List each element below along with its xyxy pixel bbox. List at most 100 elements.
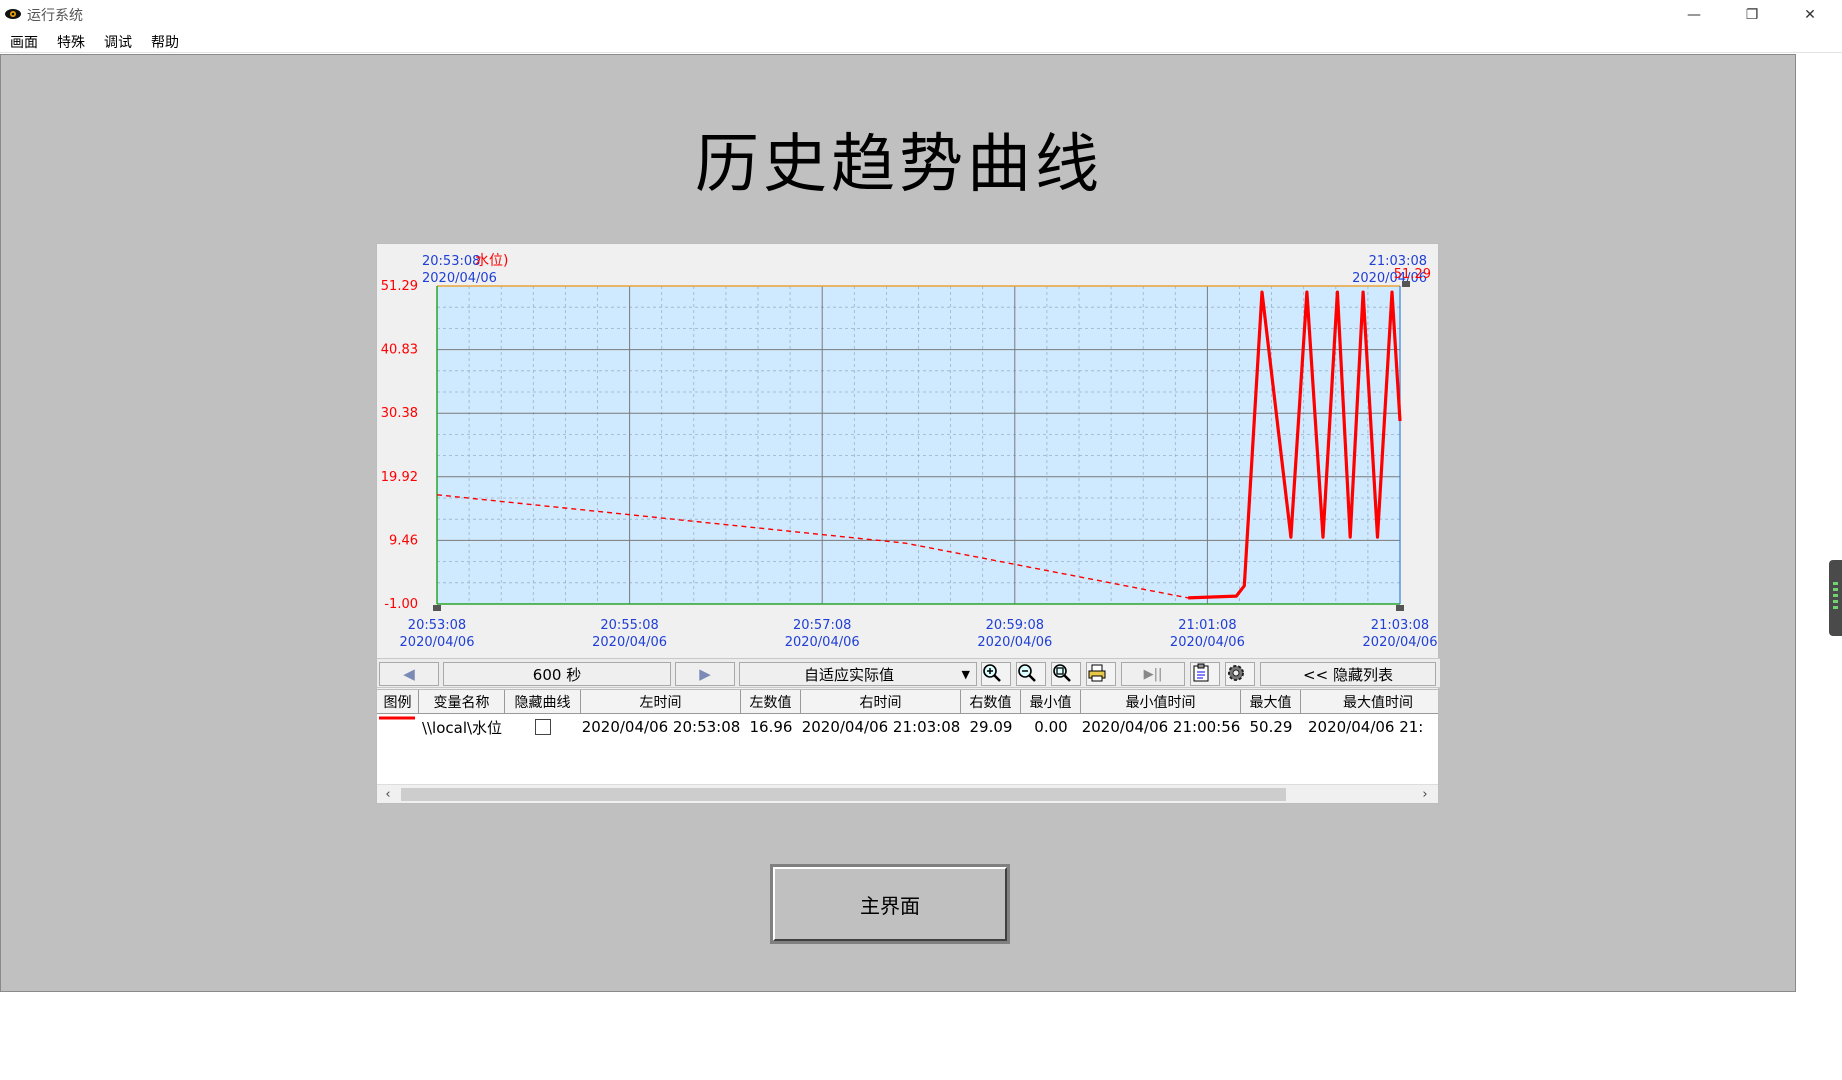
x-tick-time: 21:01:08 [1178, 618, 1236, 633]
hide-list-button[interactable]: << 隐藏列表 [1260, 662, 1436, 686]
chevron-down-icon: ▼ [961, 667, 970, 681]
table-row[interactable]: \\local\水位 2020/04/06 20:53:08 16.96 202… [377, 715, 1438, 739]
y-axis-labels: 51.29 40.83 30.38 19.92 9.46 -1.00 [381, 279, 418, 612]
left-cursor-handle[interactable] [433, 605, 441, 611]
left-value: 16.96 [749, 718, 793, 736]
column-header[interactable]: 变量名称 [419, 690, 505, 714]
main-screen-button[interactable]: 主界面 [773, 867, 1007, 941]
app-eye-icon [5, 9, 21, 19]
play-pause-button[interactable]: ▶|| [1121, 662, 1185, 686]
variable-name: \\local\水位 [421, 718, 503, 737]
zoom-fit-icon [1053, 664, 1071, 682]
zoom-in-icon [983, 664, 1001, 682]
x-tick-time: 21:03:08 [1371, 618, 1429, 633]
y-tick-label: 30.38 [381, 406, 418, 421]
x-tick-date: 2020/04/06 [400, 635, 475, 650]
arrow-right-icon: ▶ [699, 665, 711, 683]
legend-swatch [377, 715, 419, 739]
page-title: 历史趋势曲线 [695, 128, 1103, 202]
print-button[interactable] [1086, 662, 1116, 686]
side-panel-handle[interactable] [1829, 560, 1842, 636]
column-header[interactable]: 图例 [377, 690, 419, 714]
close-button[interactable]: ✕ [1781, 0, 1839, 29]
minimize-icon: — [1687, 6, 1701, 23]
scrollbar-thumb[interactable] [401, 788, 1286, 801]
column-header[interactable]: 右数值 [961, 690, 1021, 714]
next-button[interactable]: ▶ [675, 662, 735, 686]
zoom-in-button[interactable] [981, 662, 1011, 686]
min-time: 2020/04/06 21:00:56 [1081, 718, 1241, 736]
main-screen-button-frame: 主界面 [770, 864, 1010, 944]
right-value: 29.09 [969, 718, 1013, 736]
y-tick-label: 40.83 [381, 343, 418, 358]
top-left-variable: 水位) [475, 253, 508, 269]
curve-variable-table: 图例 变量名称 隐藏曲线 左时间 左数值 右时间 右数值 最小值 最小值时间 最… [377, 689, 1438, 803]
time-span-field[interactable]: 600 秒 [443, 662, 671, 686]
checkbox-icon [535, 719, 551, 735]
trend-chart[interactable]: 51.2940.8330.3819.929.46-1.00 20:53:0820… [377, 244, 1440, 658]
menu-item-help[interactable]: 帮助 [149, 32, 181, 52]
runtime-canvas: 历史趋势曲线 51.29 40.83 30.38 19.92 9.46 -1.00 20:… [0, 54, 1796, 992]
prev-button[interactable]: ◀ [379, 662, 439, 686]
scroll-left-icon[interactable]: ‹ [379, 786, 397, 803]
zoom-fit-button[interactable] [1051, 662, 1081, 686]
x-tick-date: 2020/04/06 [592, 635, 667, 650]
column-header[interactable]: 左数值 [741, 690, 801, 714]
scroll-right-icon[interactable]: › [1416, 786, 1434, 803]
restore-icon: ❐ [1745, 6, 1759, 23]
minimize-button[interactable]: — [1665, 0, 1723, 29]
x-tick-date: 2020/04/06 [1170, 635, 1245, 650]
right-time: 2020/04/06 21:03:08 [801, 718, 961, 736]
restore-button[interactable]: ❐ [1723, 0, 1781, 29]
settings-icon [1228, 665, 1244, 681]
right-cursor-handle[interactable] [1396, 605, 1404, 611]
close-icon: ✕ [1804, 6, 1816, 23]
menu-item-debug[interactable]: 调试 [102, 32, 134, 52]
top-right-handle[interactable] [1402, 281, 1410, 287]
y-tick-label: 9.46 [389, 533, 418, 548]
max-value: 50.29 [1249, 718, 1293, 736]
print-icon [1088, 664, 1106, 682]
clipboard-button[interactable] [1190, 662, 1220, 686]
column-header[interactable]: 最大值时间 [1301, 690, 1438, 714]
min-value: 0.00 [1034, 718, 1068, 736]
column-header[interactable]: 最大值 [1241, 690, 1301, 714]
column-header[interactable]: 最小值 [1021, 690, 1081, 714]
y-tick-label: -1.00 [384, 597, 418, 612]
x-tick-time: 20:57:08 [793, 618, 851, 633]
menu-item-screen[interactable]: 画面 [8, 32, 40, 52]
x-tick-date: 2020/04/06 [977, 635, 1052, 650]
zoom-out-button[interactable] [1016, 662, 1046, 686]
column-header[interactable]: 右时间 [801, 690, 961, 714]
settings-button[interactable] [1225, 662, 1255, 686]
hide-curve-checkbox[interactable] [505, 715, 581, 739]
window-title: 运行系统 [27, 8, 83, 24]
horizontal-scrollbar[interactable]: ‹ › [377, 784, 1438, 803]
x-tick-time: 20:53:08 [408, 618, 466, 633]
left-time: 2020/04/06 20:53:08 [581, 718, 741, 736]
history-trend-control: 51.29 40.83 30.38 19.92 9.46 -1.00 20:53:08 20… [376, 243, 1440, 804]
top-left-time: 20:53:08 [422, 254, 480, 269]
table-header: 图例 变量名称 隐藏曲线 左时间 左数值 右时间 右数值 最小值 最小值时间 最… [377, 690, 1438, 714]
top-right-value: 51.29 [1394, 267, 1431, 282]
trend-toolbar: ◀ 600 秒 ▶ 自适应实际值 ▼ ▶|| << 隐藏列表 [377, 658, 1440, 688]
x-tick-date: 2020/04/06 [785, 635, 860, 650]
column-header[interactable]: 隐藏曲线 [505, 690, 581, 714]
column-header[interactable]: 左时间 [581, 690, 741, 714]
y-tick-label: 51.29 [381, 279, 418, 294]
max-time: 2020/04/06 21: [1308, 718, 1424, 736]
menu-item-special[interactable]: 特殊 [55, 32, 87, 52]
scale-mode-value: 自适应实际值 [804, 665, 895, 684]
scale-mode-select[interactable]: 自适应实际值 ▼ [739, 662, 977, 686]
x-tick-time: 20:55:08 [600, 618, 658, 633]
x-tick-time: 20:59:08 [986, 618, 1044, 633]
x-axis-labels: 20:53:08 2020/04/06 20:55:08 2020/04/06 20:5… [400, 618, 1438, 650]
column-header[interactable]: 最小值时间 [1081, 690, 1241, 714]
y-tick-label: 19.92 [381, 470, 418, 485]
play-pause-icon: ▶|| [1143, 666, 1163, 682]
clipboard-icon [1193, 663, 1209, 682]
top-left-date: 2020/04/06 [422, 271, 497, 286]
zoom-out-icon [1018, 664, 1036, 682]
arrow-left-icon: ◀ [403, 665, 415, 683]
window-titlebar: 运行系统 — ❐ ✕ [0, 0, 1842, 29]
